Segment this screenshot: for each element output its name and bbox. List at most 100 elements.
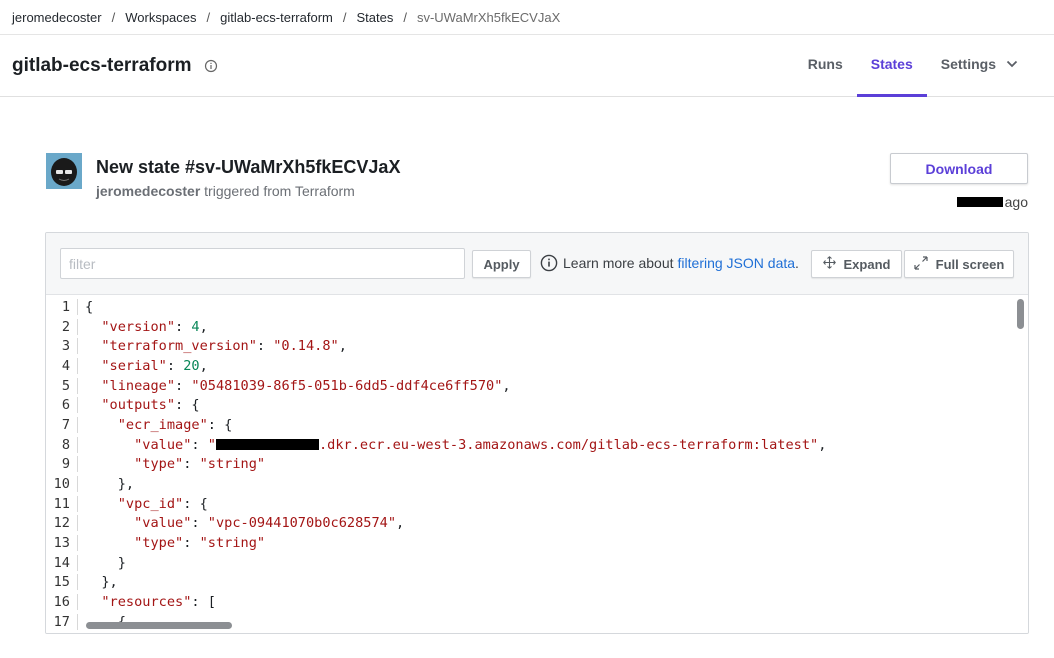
json-punct bbox=[85, 496, 118, 512]
breadcrumb-org[interactable]: jeromedecoster bbox=[12, 10, 102, 25]
json-key: "vpc_id" bbox=[117, 495, 184, 512]
json-punct bbox=[85, 397, 101, 413]
json-punct bbox=[85, 594, 101, 610]
line-number: 8 bbox=[46, 436, 78, 453]
line-number: 5 bbox=[46, 377, 78, 394]
json-key: "type" bbox=[134, 456, 184, 473]
tab-runs[interactable]: Runs bbox=[794, 35, 857, 97]
code-line: 12 "value": "vpc-09441070b0c628574", bbox=[46, 514, 1028, 534]
json-punct: : bbox=[175, 377, 192, 394]
tab-runs-label: Runs bbox=[807, 56, 843, 72]
json-punct: , bbox=[818, 436, 827, 453]
line-number: 6 bbox=[46, 397, 78, 414]
json-punct bbox=[85, 535, 134, 551]
fullscreen-label: Full screen bbox=[935, 256, 1005, 272]
json-punct bbox=[85, 456, 134, 472]
horizontal-scrollbar[interactable] bbox=[86, 622, 232, 629]
json-value: "string" bbox=[199, 456, 266, 473]
redacted-time bbox=[956, 197, 1003, 207]
json-punct: }, bbox=[85, 476, 135, 493]
state-title: New state #sv-UWaMrXh5fkECVJaX bbox=[96, 157, 401, 177]
json-punct: { bbox=[85, 298, 94, 315]
json-punct: : bbox=[183, 456, 200, 473]
breadcrumb-current-state: sv-UWaMrXh5fkECVJaX bbox=[416, 9, 561, 25]
learn-text: Learn more about bbox=[563, 255, 674, 271]
code-line: 8 "value": " .dkr.ecr.eu-west-3.amazonaws… bbox=[46, 435, 1028, 455]
code-line: 6 "outputs": { bbox=[46, 395, 1028, 415]
breadcrumb-separator: / bbox=[206, 9, 211, 25]
json-punct: : { bbox=[207, 416, 233, 433]
json-key: "version" bbox=[101, 318, 176, 335]
state-user[interactable]: jeromedecoster bbox=[96, 183, 200, 199]
json-value: " bbox=[207, 436, 216, 453]
fullscreen-button[interactable]: Full screen bbox=[904, 250, 1014, 278]
vertical-scrollbar[interactable] bbox=[1017, 299, 1024, 329]
breadcrumb-states[interactable]: States bbox=[356, 10, 393, 25]
json-key: "type" bbox=[134, 535, 184, 552]
line-number: 1 bbox=[46, 298, 78, 315]
tab-states[interactable]: States bbox=[856, 35, 927, 97]
json-value: 20 bbox=[183, 357, 200, 374]
expand-icon bbox=[822, 256, 836, 272]
json-value: "vpc-09441070b0c628574" bbox=[207, 515, 397, 532]
code-line: 15 }, bbox=[46, 573, 1028, 593]
breadcrumb-separator: / bbox=[111, 9, 116, 25]
json-punct bbox=[85, 378, 101, 394]
json-key: "outputs" bbox=[101, 397, 176, 414]
line-number: 4 bbox=[46, 357, 78, 374]
json-code-area[interactable]: 1{2 "version": 4,3 "terraform_version": … bbox=[46, 295, 1028, 633]
line-number: 15 bbox=[46, 574, 78, 591]
expand-label: Expand bbox=[843, 256, 891, 272]
breadcrumb-separator: / bbox=[403, 9, 407, 25]
redacted-account-id bbox=[215, 439, 319, 451]
line-number: 3 bbox=[46, 338, 78, 355]
json-punct bbox=[85, 417, 118, 433]
json-value: .dkr.ecr.eu-west-3.amazonaws.com/gitlab-… bbox=[318, 436, 819, 453]
workspace-tabs: Runs States Settings bbox=[794, 35, 1032, 97]
breadcrumb-workspace[interactable]: gitlab-ecs-terraform bbox=[220, 10, 333, 25]
apply-button[interactable]: Apply bbox=[472, 250, 531, 278]
breadcrumb-workspaces[interactable]: Workspaces bbox=[125, 10, 196, 25]
code-lines: 1{2 "version": 4,3 "terraform_version": … bbox=[46, 295, 1028, 632]
state-subtitle: jeromedecoster triggered from Terraform bbox=[96, 183, 355, 199]
json-punct: } bbox=[85, 554, 126, 571]
line-number: 12 bbox=[46, 515, 78, 532]
learn-more: Learn more about filtering JSON data. bbox=[540, 254, 799, 272]
avatar bbox=[46, 153, 82, 189]
json-toolbar: Apply Learn more about filtering JSON da… bbox=[46, 233, 1028, 295]
code-line: 2 "version": 4, bbox=[46, 317, 1028, 337]
json-punct: }, bbox=[85, 574, 118, 591]
download-button[interactable]: Download bbox=[890, 153, 1028, 184]
json-key: "value" bbox=[134, 436, 192, 453]
json-punct: : { bbox=[183, 495, 208, 512]
json-punct: : { bbox=[175, 397, 200, 414]
json-punct: , bbox=[199, 357, 208, 374]
json-punct: , bbox=[199, 318, 208, 335]
tab-settings[interactable]: Settings bbox=[927, 35, 1032, 97]
filter-input[interactable] bbox=[60, 248, 465, 279]
expand-button[interactable]: Expand bbox=[811, 250, 902, 278]
json-value: "string" bbox=[199, 535, 266, 552]
learn-end: . bbox=[795, 255, 799, 271]
json-punct: , bbox=[396, 515, 405, 532]
line-number: 9 bbox=[46, 456, 78, 473]
tab-settings-label: Settings bbox=[940, 56, 996, 72]
json-punct bbox=[85, 515, 134, 531]
filtering-json-link[interactable]: filtering JSON data bbox=[678, 255, 796, 271]
code-line: 11 "vpc_id": { bbox=[46, 494, 1028, 514]
code-line: 7 "ecr_image": { bbox=[46, 415, 1028, 435]
json-punct bbox=[85, 358, 101, 374]
json-punct bbox=[85, 319, 101, 335]
workspace-header: gitlab-ecs-terraform Runs States Setting… bbox=[0, 35, 1054, 97]
json-punct: : bbox=[175, 318, 192, 335]
line-number: 7 bbox=[46, 416, 78, 433]
json-key: "resources" bbox=[101, 594, 192, 611]
json-punct: : bbox=[256, 338, 274, 355]
workspace-title: gitlab-ecs-terraform bbox=[12, 54, 192, 76]
line-number: 16 bbox=[46, 594, 78, 611]
fullscreen-icon bbox=[914, 255, 928, 273]
info-icon[interactable] bbox=[204, 59, 218, 73]
json-punct: , bbox=[502, 377, 511, 394]
state-trigger-text: triggered from Terraform bbox=[200, 183, 355, 199]
json-value: "0.14.8" bbox=[273, 338, 339, 355]
